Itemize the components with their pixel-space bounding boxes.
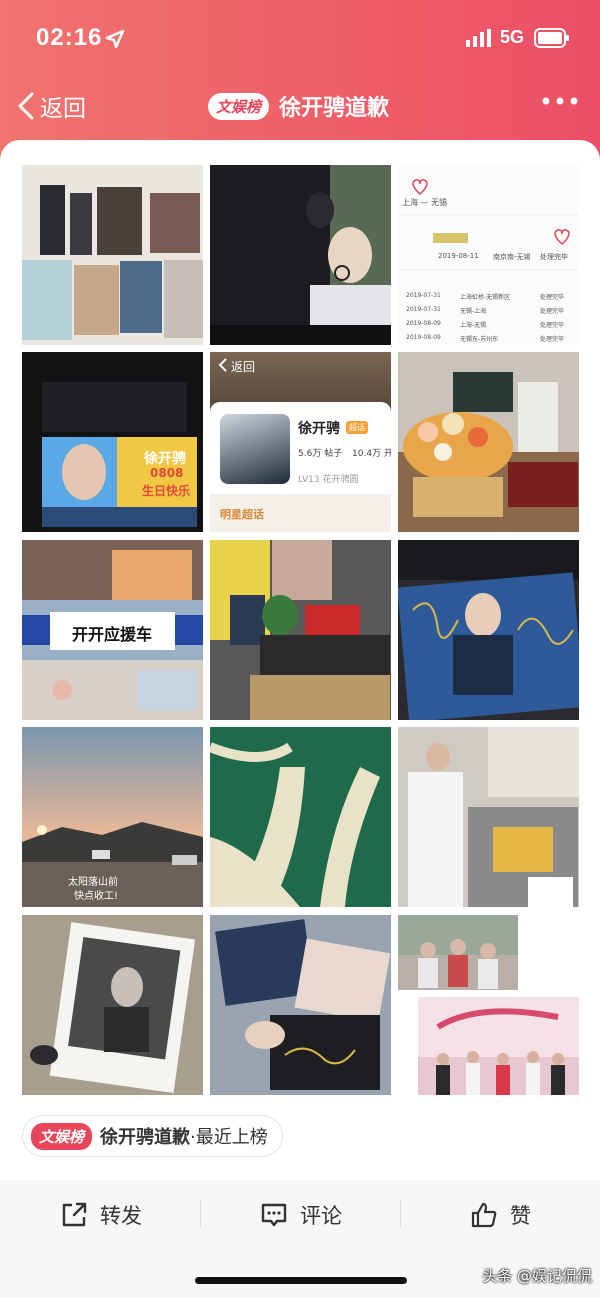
support-car-caption: 开开应援车 (72, 625, 153, 644)
gift-table-image (210, 540, 391, 720)
photo-tile[interactable] (398, 352, 579, 532)
thumbs-up-icon (471, 1202, 497, 1228)
support-car-tile[interactable]: 开开应援车 (22, 540, 203, 720)
signed-photos-image (210, 915, 391, 1095)
photo-tile[interactable] (398, 915, 518, 990)
signed-poster-image (398, 540, 579, 720)
sunset-caption-2: 快点收工! (74, 891, 119, 902)
photo-tile[interactable] (210, 727, 391, 907)
photo-tile[interactable] (398, 727, 579, 907)
like-label: 赞 (510, 1204, 531, 1228)
ticket-date: 2019-07-31 (406, 306, 441, 313)
ticket-status: 处理完毕 (540, 336, 565, 343)
watermark: 头条 @娱记侃侃 (482, 1267, 592, 1285)
posts-count: 5.6万 帖子 (298, 449, 343, 459)
status-bar: 02:16 5G (0, 0, 600, 76)
billboard-birthday: 生日快乐 (142, 484, 191, 498)
back-label: 返回 (40, 96, 86, 122)
starbucks-cup-image (210, 727, 391, 907)
supertopic-name: 徐开骋 (298, 421, 340, 437)
billboard-date: 0808 (150, 466, 184, 480)
location-arrow-icon (105, 29, 125, 49)
photo-tile[interactable] (210, 915, 391, 1095)
supertopic-tag: 超话 (346, 421, 368, 434)
ticket-route: 南京南-无锡 (493, 253, 531, 261)
back-button[interactable]: 返回 (16, 86, 86, 126)
ticket-date: 2019-08-09 (406, 334, 441, 341)
supertopic-screenshot-tile[interactable]: 返回 徐开骋 超话 5.6万 帖子 10.4万 开 LV13 花开骋圆 明星超话 (210, 352, 391, 532)
avatar (220, 414, 290, 484)
bottom-action-bar: 转发 评论 赞 头条 @娱记侃侃 (0, 1180, 600, 1298)
ticket-header: 上海 — 无锡 (402, 198, 448, 207)
sunset-tile[interactable]: 太阳落山前 快点收工! (22, 727, 203, 907)
billboard-tile[interactable]: 徐开骋 0808 生日快乐 (22, 352, 203, 532)
comment-label: 评论 (300, 1204, 342, 1228)
nav-bar: 返回 文娱榜 徐开骋道歉 (0, 76, 600, 136)
topic-title: 徐开骋道歉 (100, 1127, 191, 1148)
battery-icon (534, 28, 569, 48)
comment-button[interactable]: 评论 (260, 1198, 342, 1232)
status-time: 02:16 (36, 24, 103, 51)
share-button[interactable]: 转发 (60, 1198, 142, 1232)
ticket-date: 2019-08-11 (438, 252, 479, 260)
topic-suffix: ·最近上榜 (190, 1127, 268, 1148)
network-label: 5G (500, 27, 525, 47)
ticket-status: 处理完毕 (540, 322, 565, 329)
crowd-image (398, 915, 518, 990)
photo-tile[interactable] (398, 540, 579, 720)
sunset-caption-1: 太阳落山前 (68, 877, 118, 888)
polaroid-image (22, 915, 203, 1095)
ticket-list-tile[interactable]: 上海 — 无锡 2019-08-11 南京南-无锡 处理完毕 2019-07-3… (398, 165, 579, 345)
ranking-badge: 文娱榜 (208, 92, 270, 120)
share-label: 转发 (100, 1204, 142, 1228)
nav-title: 文娱榜 徐开骋道歉 (208, 90, 389, 122)
fans-count: 10.4万 开 (352, 449, 391, 459)
photo-tile[interactable] (418, 997, 579, 1095)
food-counter-image (398, 727, 579, 907)
photo-tile[interactable] (22, 915, 203, 1095)
divider (200, 1200, 201, 1228)
page-title: 徐开骋道歉 (279, 96, 390, 121)
chevron-left-icon (18, 92, 34, 120)
topic-badge: 文娱榜 (31, 1122, 93, 1150)
billboard-name: 徐开骋 (144, 451, 186, 467)
photo-tile[interactable] (210, 540, 391, 720)
ticket-route: 上海-无锡 (460, 322, 487, 329)
share-icon (62, 1202, 87, 1227)
home-indicator[interactable] (195, 1277, 407, 1284)
more-icon[interactable] (540, 94, 580, 108)
photo-tile[interactable] (210, 165, 391, 345)
ticket-route: 上海虹桥-无锡新区 (460, 294, 511, 301)
supertopic-footer: 明星超话 (220, 508, 264, 521)
like-button[interactable]: 赞 (470, 1198, 531, 1232)
photo-cards-image (22, 165, 203, 345)
hands-image (210, 165, 391, 345)
ticket-route: 无锡东-苏州东 (460, 336, 499, 343)
photo-tile[interactable] (22, 165, 203, 345)
ticket-status: 处理完毕 (540, 308, 565, 315)
billboard-image (22, 352, 203, 532)
ticket-status: 处理完毕 (540, 253, 568, 261)
comment-icon (261, 1203, 287, 1227)
ticket-status: 处理完毕 (540, 294, 565, 301)
chevron-left-icon (218, 358, 227, 372)
event-stage-image (418, 997, 579, 1095)
supertopic-level: LV13 花开骋圆 (298, 475, 359, 485)
ticket-date: 2019-07-31 (406, 292, 441, 299)
ticket-date: 2019-08-09 (406, 320, 441, 327)
supertopic-back-label: 返回 (231, 360, 256, 374)
divider (400, 1200, 401, 1228)
topic-pill[interactable]: 文娱榜 徐开骋道歉 ·最近上榜 (22, 1115, 283, 1157)
flower-bouquet-image (398, 352, 579, 532)
signal-icon (466, 29, 491, 47)
ticket-route: 无锡-上海 (460, 308, 487, 315)
